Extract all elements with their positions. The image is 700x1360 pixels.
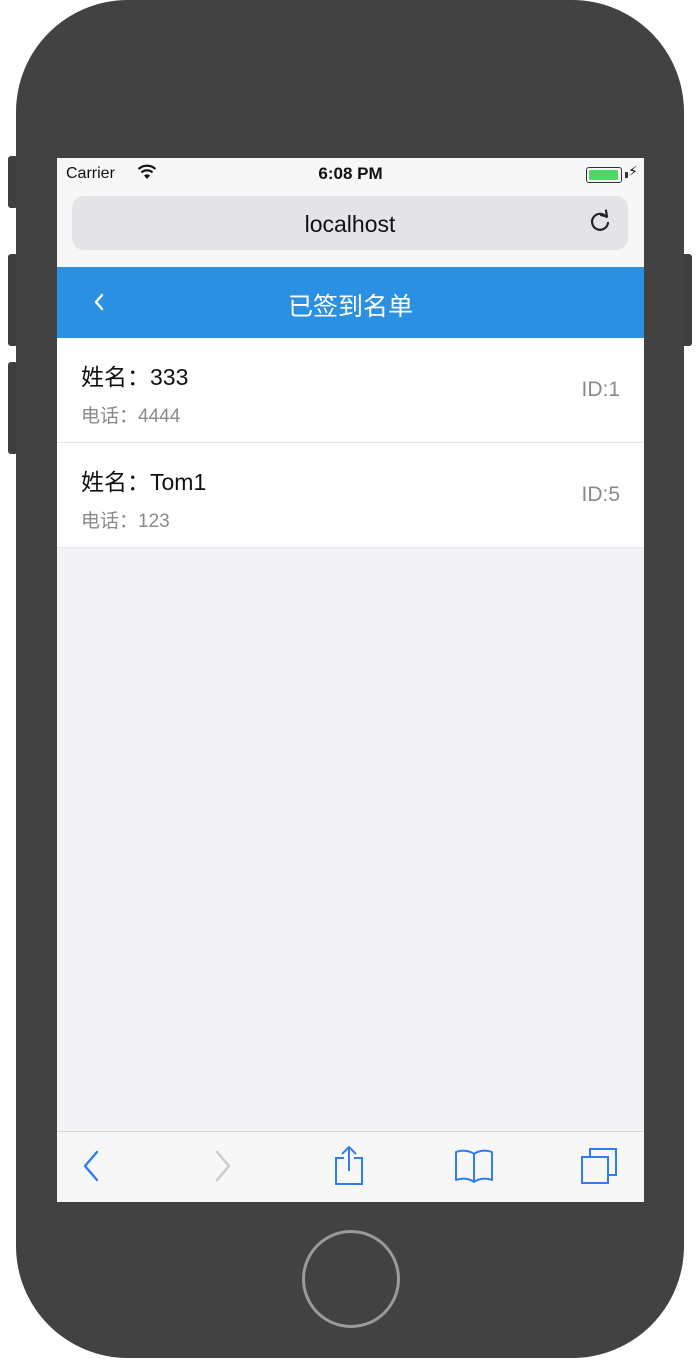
list-item[interactable]: 姓名：333 电话：4444 ID:1 [57, 338, 644, 442]
record-phone: 电话：123 [81, 511, 170, 532]
bookmarks-icon[interactable] [453, 1148, 495, 1184]
app-header: 已签到名单 [57, 267, 644, 338]
url-text: localhost [304, 211, 396, 237]
record-id: ID:5 [581, 483, 620, 506]
record-id: ID:1 [581, 378, 620, 401]
record-name: 姓名：333 [81, 364, 189, 390]
forward-arrow-icon [215, 1150, 231, 1182]
tabs-icon[interactable] [579, 1146, 619, 1186]
page-title: 已签到名单 [287, 293, 413, 321]
reload-icon[interactable] [586, 208, 614, 236]
list-item[interactable]: 姓名：Tom1 电话：123 ID:5 [57, 442, 644, 547]
address-bar[interactable]: localhost [72, 196, 628, 250]
phone-screen: Carrier 6:08 PM ⚡ localhost 已签到名单 姓名：333… [57, 158, 644, 1202]
status-time: 6:08 PM [318, 164, 383, 183]
record-phone: 电话：4444 [81, 406, 181, 427]
back-arrow-icon[interactable] [79, 1148, 105, 1184]
browser-bar: localhost [57, 194, 644, 267]
charging-icon: ⚡ [628, 163, 638, 179]
checked-in-list: 姓名：333 电话：4444 ID:1 姓名：Tom1 电话：123 ID:5 [57, 338, 644, 548]
home-button[interactable] [302, 1230, 400, 1328]
battery-icon [586, 167, 622, 183]
status-bar: Carrier 6:08 PM ⚡ [57, 158, 644, 194]
share-icon[interactable] [332, 1144, 366, 1186]
list-divider [57, 547, 644, 548]
record-name: 姓名：Tom1 [81, 469, 207, 495]
browser-toolbar [57, 1131, 644, 1202]
